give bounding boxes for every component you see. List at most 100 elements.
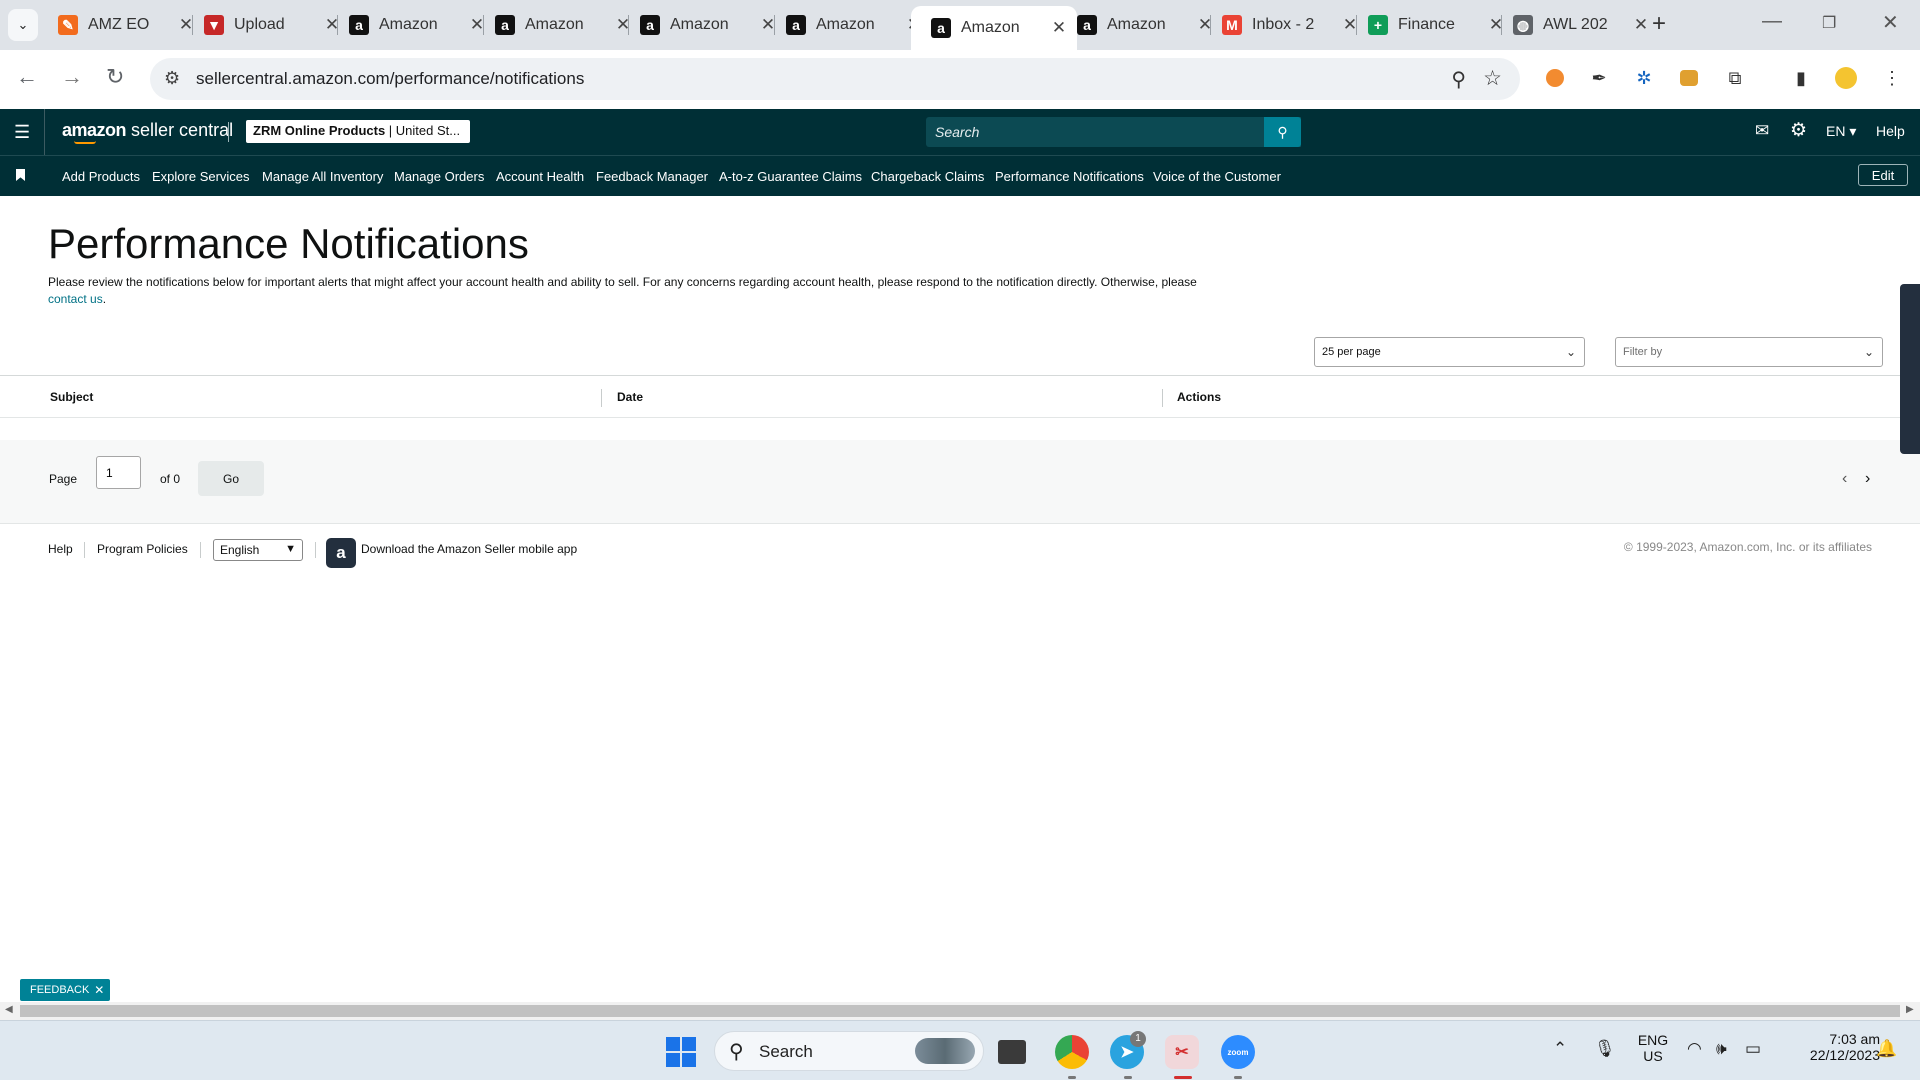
per-page-select[interactable]: 25 per page ⌄ bbox=[1314, 337, 1585, 367]
snipping-tool-icon[interactable]: ✂ bbox=[1165, 1035, 1199, 1069]
extension-basket-icon[interactable] bbox=[1677, 66, 1701, 90]
column-header-date[interactable]: Date bbox=[617, 390, 643, 404]
bookmark-star-icon[interactable]: ☆ bbox=[1483, 66, 1502, 91]
lang-line-2: US bbox=[1643, 1048, 1663, 1064]
zoom-app-icon[interactable]: zoom bbox=[1221, 1035, 1255, 1069]
bookmark-icon[interactable] bbox=[16, 169, 25, 181]
clock[interactable]: 7:03 am 22/12/2023 bbox=[1780, 1031, 1880, 1063]
input-language[interactable]: ENG US bbox=[1633, 1032, 1673, 1064]
tab-separator bbox=[1501, 15, 1502, 35]
header-help-link[interactable]: Help bbox=[1876, 123, 1905, 139]
next-page-icon[interactable]: › bbox=[1865, 470, 1870, 488]
nav-item-manage-orders[interactable]: Manage Orders bbox=[394, 169, 484, 184]
clock-date: 22/12/2023 bbox=[1809, 1047, 1880, 1063]
window-close-icon[interactable]: ✕ bbox=[1882, 10, 1899, 35]
go-button[interactable]: Go bbox=[198, 461, 264, 496]
nav-item-chargeback-claims[interactable]: Chargeback Claims bbox=[871, 169, 984, 184]
messages-mail-icon[interactable]: ✉ bbox=[1755, 121, 1769, 141]
scroll-right-icon[interactable]: ▶ bbox=[1906, 1004, 1914, 1015]
side-helper-tab[interactable] bbox=[1900, 284, 1920, 454]
browser-tab[interactable]: aAmazon✕ bbox=[339, 8, 495, 42]
browser-tab[interactable]: aAmazon✕ bbox=[485, 8, 641, 42]
browser-tab[interactable]: aAmazon✕ bbox=[911, 6, 1077, 50]
feedback-button[interactable]: FEEDBACK ✕ bbox=[20, 979, 111, 1001]
tab-title: Inbox - 2 bbox=[1252, 16, 1315, 33]
task-view-icon[interactable] bbox=[998, 1040, 1026, 1064]
new-tab-button[interactable]: + bbox=[1652, 10, 1666, 38]
site-info-icon[interactable]: ⚙ bbox=[164, 68, 180, 89]
tab-close-icon[interactable]: ✕ bbox=[1633, 15, 1649, 35]
seller-search-input[interactable] bbox=[926, 117, 1301, 147]
footer-language-select[interactable]: English ▼ bbox=[213, 539, 303, 561]
browser-menu-icon[interactable]: ⋮ bbox=[1880, 66, 1904, 90]
browser-tab[interactable]: aAmazon✕ bbox=[776, 8, 932, 42]
browser-tab[interactable]: aAmazon✕ bbox=[630, 8, 786, 42]
contact-us-link[interactable]: contact us bbox=[48, 292, 103, 306]
footer-language-value: English bbox=[220, 543, 260, 557]
nav-item-feedback-manager[interactable]: Feedback Manager bbox=[596, 169, 708, 184]
profile-avatar[interactable] bbox=[1834, 66, 1858, 90]
address-bar[interactable]: ⚙ sellercentral.amazon.com/performance/n… bbox=[150, 58, 1520, 100]
scroll-left-icon[interactable]: ◀ bbox=[5, 1004, 13, 1015]
microphone-icon[interactable]: 🎙 bbox=[1594, 1039, 1616, 1059]
previous-page-icon[interactable]: ‹ bbox=[1842, 470, 1847, 488]
nav-item-add-products[interactable]: Add Products bbox=[62, 169, 140, 184]
browser-tab[interactable]: aAmazon✕ bbox=[1067, 8, 1223, 42]
tab-search-button[interactable]: ⌄ bbox=[8, 9, 38, 41]
taskbar-search[interactable]: ⚲ Search bbox=[714, 1031, 984, 1071]
footer-help-link[interactable]: Help bbox=[48, 542, 73, 556]
download-app-link[interactable]: Download the Amazon Seller mobile app bbox=[361, 542, 577, 556]
extensions-puzzle-icon[interactable]: ⧉ bbox=[1723, 66, 1747, 90]
seller-central-logo[interactable]: amazon seller central bbox=[62, 120, 233, 141]
browser-tab[interactable]: M Inbox - 2 ✕ bbox=[1212, 8, 1368, 42]
extension-blue-icon[interactable]: ✲ bbox=[1632, 66, 1656, 90]
url-text[interactable]: sellercentral.amazon.com/performance/not… bbox=[196, 69, 584, 89]
nav-item-explore-services[interactable]: Explore Services bbox=[152, 169, 250, 184]
nav-item-voice-of-the-customer[interactable]: Voice of the Customer bbox=[1153, 169, 1281, 184]
chrome-icon[interactable] bbox=[1055, 1035, 1089, 1069]
battery-icon[interactable]: ▭ bbox=[1745, 1039, 1761, 1059]
seller-central-header: ☰ amazon seller central ZRM Online Produ… bbox=[0, 109, 1920, 155]
edit-nav-button[interactable]: Edit bbox=[1858, 164, 1908, 186]
seller-search-button[interactable]: ⚲ bbox=[1264, 117, 1301, 147]
zoom-icon[interactable]: ⚲ bbox=[1451, 67, 1466, 92]
minimize-icon[interactable]: — bbox=[1762, 10, 1782, 33]
account-switcher[interactable]: ZRM Online Products | United St... bbox=[246, 120, 470, 143]
header-divider bbox=[44, 109, 45, 155]
browser-tab[interactable]: + Finance ✕ bbox=[1358, 8, 1514, 42]
settings-gear-icon[interactable]: ⚙ bbox=[1790, 119, 1807, 142]
back-icon[interactable]: ← bbox=[16, 64, 38, 90]
notifications-bell-icon[interactable]: 🔔 bbox=[1876, 1039, 1897, 1059]
seller-search-box[interactable] bbox=[926, 117, 1301, 147]
language-switcher[interactable]: EN ▾ bbox=[1826, 123, 1856, 140]
tab-favicon-icon: a bbox=[931, 18, 951, 38]
browser-tab[interactable]: ▼ Upload ✕ bbox=[194, 8, 350, 42]
nav-item-a-to-z-guarantee-claims[interactable]: A-to-z Guarantee Claims bbox=[719, 169, 862, 184]
page-number-input[interactable] bbox=[96, 456, 141, 489]
filter-by-select[interactable]: Filter by ⌄ bbox=[1615, 337, 1883, 367]
column-header-subject[interactable]: Subject bbox=[50, 390, 93, 404]
scrollbar-thumb[interactable] bbox=[20, 1005, 1900, 1017]
nav-item-account-health[interactable]: Account Health bbox=[496, 169, 584, 184]
tab-close-icon[interactable]: ✕ bbox=[1051, 18, 1067, 38]
nav-item-performance-notifications[interactable]: Performance Notifications bbox=[995, 169, 1144, 184]
wifi-icon[interactable]: ◠ bbox=[1687, 1039, 1702, 1059]
hamburger-menu-icon[interactable]: ☰ bbox=[14, 122, 30, 143]
volume-icon[interactable]: 🕪 bbox=[1716, 1039, 1727, 1059]
side-panel-icon[interactable]: ▮ bbox=[1789, 66, 1813, 90]
browser-tab[interactable]: ✎ AMZ EO ✕ bbox=[48, 8, 204, 42]
extension-pen-icon[interactable]: ✒ bbox=[1587, 66, 1611, 90]
nav-item-manage-all-inventory[interactable]: Manage All Inventory bbox=[262, 169, 383, 184]
windows-start-icon[interactable] bbox=[666, 1037, 696, 1067]
show-hidden-icons-icon[interactable]: ⌃ bbox=[1553, 1039, 1567, 1059]
program-policies-link[interactable]: Program Policies bbox=[97, 542, 188, 556]
horizontal-scrollbar[interactable]: ◀ ▶ bbox=[0, 1002, 1920, 1020]
reload-icon[interactable]: ↻ bbox=[106, 64, 124, 90]
amazon-app-icon[interactable]: a bbox=[326, 538, 356, 568]
close-icon[interactable]: ✕ bbox=[94, 983, 104, 997]
forward-icon[interactable]: → bbox=[61, 64, 83, 90]
restore-icon[interactable]: ❐ bbox=[1822, 13, 1836, 33]
extension-orange-icon[interactable] bbox=[1543, 66, 1567, 90]
browser-tab[interactable]: ◍ AWL 202 ✕ bbox=[1503, 8, 1659, 42]
column-divider bbox=[601, 389, 602, 407]
